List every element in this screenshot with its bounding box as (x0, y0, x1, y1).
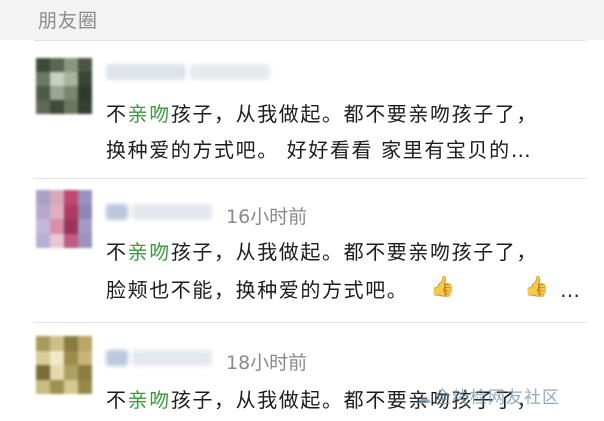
more-ellipsis[interactable]: … (560, 278, 581, 302)
moments-header: 朋友圈 (0, 0, 604, 40)
avatar[interactable] (36, 190, 92, 248)
post-text-line-1: 不亲吻孩子，从我做起。都不要亲吻孩子了， (106, 102, 539, 126)
avatar[interactable] (36, 336, 92, 394)
post-timestamp: 16小时前 (226, 206, 308, 228)
watermark: ☁ 全线检网友社区 (416, 388, 560, 408)
thumbs-up-icon: 👍 (524, 274, 549, 298)
avatar[interactable] (36, 58, 92, 114)
thumbs-up-icon: 👍 (430, 274, 455, 298)
username-blurred[interactable] (106, 202, 212, 222)
username-blurred[interactable] (106, 62, 270, 82)
post-text-line-2: 脸颊也不能，换种爱的方式吧。 (106, 278, 409, 302)
username-blurred[interactable] (106, 348, 212, 368)
divider (34, 40, 586, 41)
moment-post-1[interactable]: 不亲吻孩子，从我做起。都不要亲吻孩子了， 换种爱的方式吧。 好好看看 家里有宝贝… (0, 40, 604, 178)
divider (34, 178, 586, 179)
page-title: 朋友圈 (38, 10, 99, 32)
wechat-icon: ☁ (416, 389, 432, 407)
divider (34, 322, 586, 323)
moment-post-2[interactable]: 16小时前 不亲吻孩子，从我做起。都不要亲吻孩子了， 脸颊也不能，换种爱的方式吧… (0, 178, 604, 322)
post-text-line-1: 不亲吻孩子，从我做起。都不要亲吻孩子了， (106, 240, 539, 264)
post-timestamp: 18小时前 (226, 352, 308, 374)
post-text-line-2: 换种爱的方式吧。 好好看看 家里有宝贝的… (106, 138, 533, 162)
